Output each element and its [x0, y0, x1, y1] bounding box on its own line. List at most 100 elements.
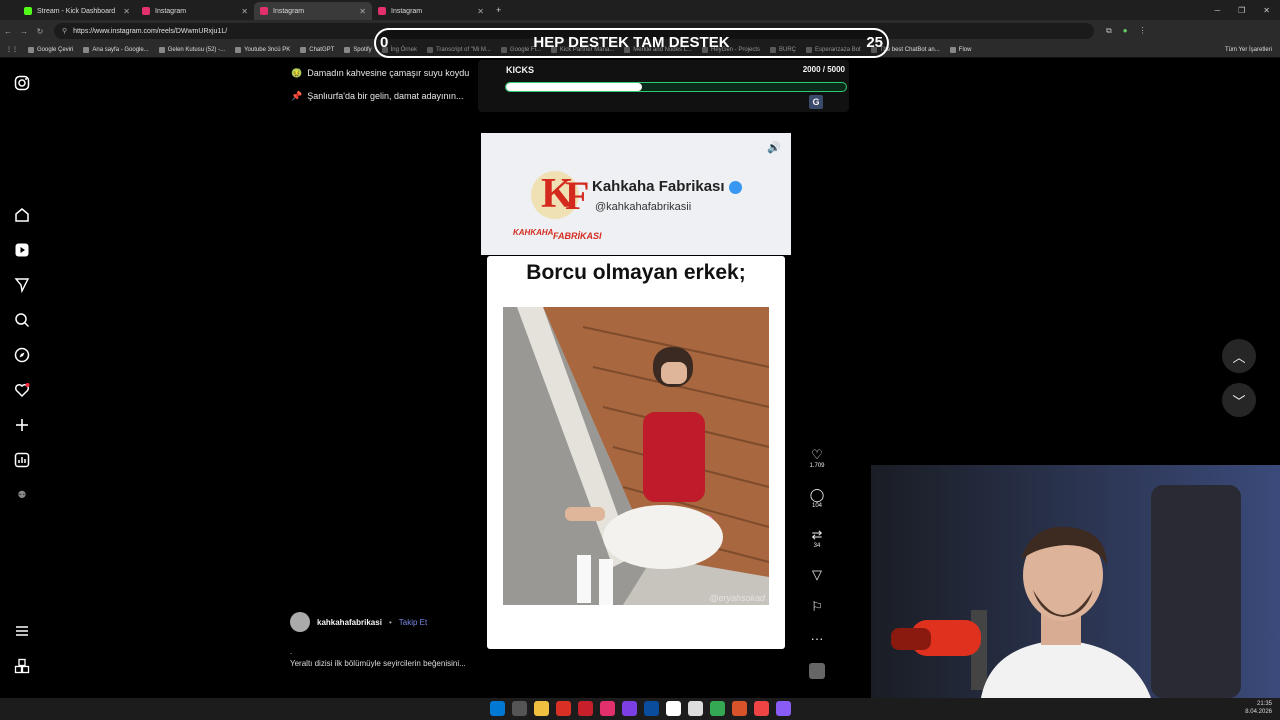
- heart-icon[interactable]: [13, 381, 31, 399]
- reels-icon[interactable]: [13, 241, 31, 259]
- restore-icon[interactable]: ❐: [1238, 6, 1245, 15]
- instagram-icon[interactable]: [13, 74, 31, 92]
- taskbar-app-icon[interactable]: [622, 701, 637, 716]
- bookmark-label: Spotify: [353, 46, 372, 53]
- close-icon[interactable]: ✕: [477, 7, 484, 16]
- more-icon: ···: [810, 631, 824, 646]
- taskbar-app-icon[interactable]: [688, 701, 703, 716]
- caption-text: Yeraltı dizisi ilk bölümüyle seyircileri…: [290, 659, 466, 668]
- next-reel-button[interactable]: ﹀: [1222, 383, 1256, 417]
- taskbar-app-icon[interactable]: [666, 701, 681, 716]
- extensions-icon[interactable]: ⧉: [1106, 26, 1112, 36]
- bookmark-item[interactable]: ChatGPT: [300, 46, 334, 53]
- minimize-icon[interactable]: ─: [1214, 6, 1220, 15]
- svg-text:F: F: [565, 173, 589, 218]
- create-icon[interactable]: [13, 416, 31, 434]
- close-icon[interactable]: ✕: [123, 7, 130, 16]
- bookmark-label: Google Çeviri: [37, 46, 74, 53]
- watermark: @eryahsokad: [709, 593, 765, 603]
- bookmark-icon: [28, 46, 34, 53]
- comment-button[interactable]: ◯ 104: [806, 487, 828, 527]
- like-button[interactable]: ♡ 1.709: [806, 447, 828, 487]
- instagram-icon: [260, 7, 268, 15]
- site-info-icon[interactable]: ⚲: [62, 27, 67, 35]
- more-apps-icon[interactable]: [13, 657, 31, 675]
- explore-icon[interactable]: [13, 346, 31, 364]
- search-icon[interactable]: [13, 311, 31, 329]
- follow-button[interactable]: Takip Et: [399, 618, 427, 627]
- verified-badge-icon: [728, 180, 742, 194]
- repost-count: 34: [813, 543, 821, 549]
- kebab-menu-icon[interactable]: ⋮: [1139, 26, 1147, 36]
- repost-icon: ⇄: [811, 527, 823, 542]
- taskbar-app-icon[interactable]: [710, 701, 725, 716]
- menu-icon[interactable]: [13, 622, 31, 640]
- taskbar-app-icon[interactable]: [578, 701, 593, 716]
- bookmark-label: Youtube 3ncü PK: [244, 46, 291, 53]
- list-item-text: Şanlıurfa'da bir gelin, damat adayının..…: [307, 91, 464, 101]
- bookmark-item[interactable]: Ana sayfa - Google...: [83, 46, 149, 53]
- back-icon[interactable]: ←: [0, 27, 16, 36]
- all-bookmarks[interactable]: Tüm Yer İşaretleri: [1225, 47, 1280, 53]
- home-icon[interactable]: [13, 206, 31, 224]
- svg-text:KAHKAHA: KAHKAHA: [513, 228, 554, 237]
- forward-icon[interactable]: →: [16, 27, 32, 36]
- kicks-count: 2000 / 5000: [802, 65, 845, 74]
- bookmark-label: Flow: [958, 46, 972, 53]
- share-button[interactable]: ▽: [806, 567, 828, 599]
- meme-photo: @eryahsokad: [503, 307, 769, 605]
- taskbar-app-icon[interactable]: [556, 701, 571, 716]
- tab-instagram-2[interactable]: Instagram ✕: [254, 2, 372, 20]
- reel-video[interactable]: K F KAHKAHA FABRİKASI Kahkaha Fabrikası …: [481, 133, 791, 685]
- kicks-label: KICKS: [506, 65, 535, 75]
- close-icon[interactable]: ✕: [241, 7, 248, 16]
- taskbar-app-icon[interactable]: [776, 701, 791, 716]
- author-name[interactable]: kahkahafabrikasi: [317, 618, 382, 627]
- chevron-down-icon: ﹀: [1232, 393, 1246, 409]
- avatar[interactable]: [290, 612, 310, 632]
- list-item[interactable]: 📌 Şanlıurfa'da bir gelin, damat adayının…: [291, 91, 469, 114]
- profile-avatar-icon[interactable]: ⚉: [13, 486, 31, 504]
- system-tray-clock[interactable]: 21:35 8.04.2026: [1245, 700, 1272, 716]
- browser-tab-bar: Stream - Kick Dashboard ✕ Instagram ✕ In…: [0, 0, 1280, 20]
- bookmark-item[interactable]: Youtube 3ncü PK: [235, 46, 291, 53]
- windows-taskbar: 21:35 8.04.2026: [0, 698, 1280, 720]
- reload-icon[interactable]: ↻: [32, 27, 48, 36]
- profile-icon[interactable]: ●: [1123, 26, 1128, 36]
- dashboard-icon[interactable]: [13, 451, 31, 469]
- bookmark-item[interactable]: Flow: [949, 46, 972, 53]
- kicks-progress-bar: [505, 82, 847, 92]
- previous-reel-button[interactable]: ︿: [1222, 339, 1256, 373]
- save-button[interactable]: ⚐: [806, 599, 828, 631]
- taskbar-app-icon[interactable]: [512, 701, 527, 716]
- close-icon[interactable]: ✕: [359, 7, 366, 16]
- bookmark-icon: [949, 46, 956, 53]
- taskbar-app-icon[interactable]: [754, 701, 769, 716]
- taskbar-app-icon[interactable]: [732, 701, 747, 716]
- bookmark-item[interactable]: Gelen Kutusu (52) -...: [158, 46, 225, 53]
- bookmark-item[interactable]: Spotify: [344, 46, 372, 53]
- taskbar-app-icon[interactable]: [490, 701, 505, 716]
- volume-icon[interactable]: 🔊: [767, 141, 781, 154]
- clock-time: 21:35: [1256, 701, 1272, 707]
- svg-text:FABRİKASI: FABRİKASI: [553, 231, 602, 241]
- new-tab-icon[interactable]: +: [496, 5, 501, 15]
- send-icon[interactable]: [13, 276, 31, 294]
- bookmark-item[interactable]: Google Çeviri: [28, 46, 74, 53]
- list-item[interactable]: 🤢 Damadın kahvesine çamaşır suyu koydu: [291, 68, 469, 91]
- bookmark-label: The best ChatBot an...: [879, 46, 940, 53]
- apps-icon[interactable]: ⋮⋮: [6, 46, 18, 53]
- tab-label: Instagram: [273, 7, 305, 15]
- close-window-icon[interactable]: ✕: [1263, 6, 1270, 15]
- reel-caption[interactable]: . Yeraltı dizisi ilk bölümüyle seyircile…: [290, 646, 470, 670]
- tab-instagram-3[interactable]: Instagram ✕: [372, 2, 490, 20]
- taskbar-app-icon[interactable]: [600, 701, 615, 716]
- more-options-button[interactable]: ···: [806, 631, 828, 663]
- taskbar-app-icon[interactable]: [534, 701, 549, 716]
- tab-instagram-1[interactable]: Instagram ✕: [136, 2, 254, 20]
- tab-kick-dashboard[interactable]: Stream - Kick Dashboard ✕: [18, 2, 136, 20]
- heart-icon: ♡: [811, 447, 823, 462]
- repost-button[interactable]: ⇄ 34: [806, 527, 828, 567]
- taskbar-app-icon[interactable]: [644, 701, 659, 716]
- audio-thumbnail[interactable]: [806, 663, 828, 703]
